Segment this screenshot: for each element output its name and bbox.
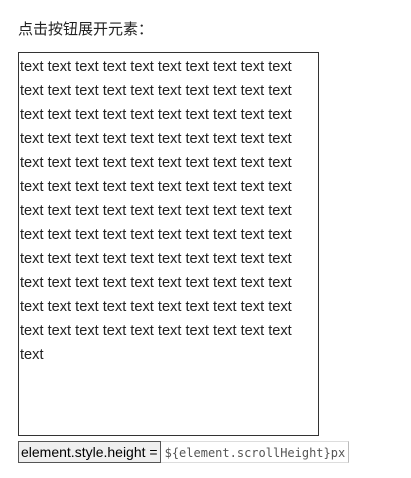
instruction-text: 点击按钮展开元素：: [18, 20, 154, 38]
expand-button[interactable]: element.style.height =: [18, 441, 161, 463]
expand-control: element.style.height = ${element.scrollH…: [18, 441, 350, 463]
page: 点击按钮展开元素： text text text text text text …: [0, 0, 411, 478]
collapsible-element: text text text text text text text text …: [18, 52, 319, 436]
code-suffix: ${element.scrollHeight}px: [160, 441, 350, 463]
element-text: text text text text text text text text …: [20, 59, 292, 363]
